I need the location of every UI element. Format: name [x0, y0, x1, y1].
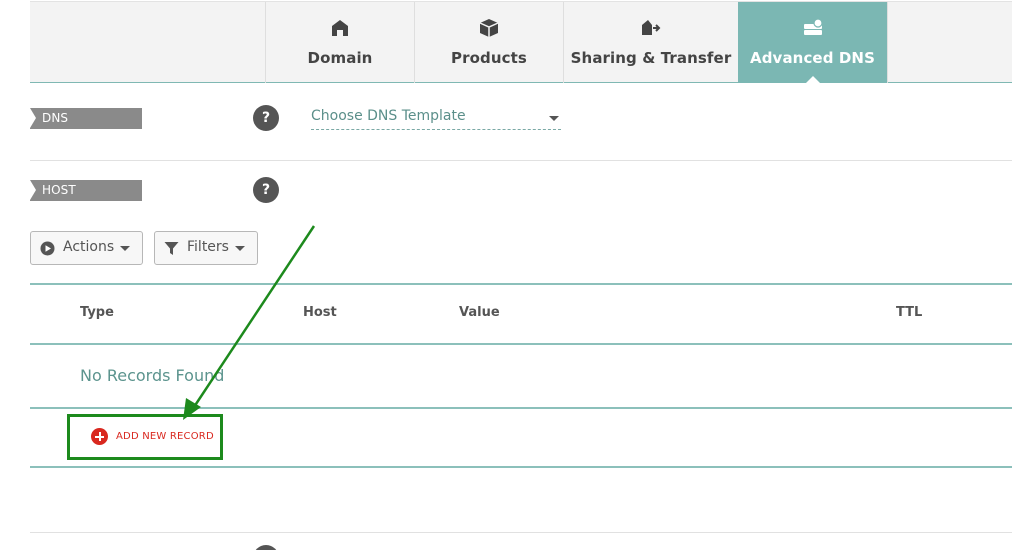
divider	[30, 532, 1012, 533]
tab-sharing-transfer[interactable]: Sharing & Transfer	[563, 2, 738, 83]
table-header-border	[30, 343, 1012, 345]
chevron-down-icon	[235, 246, 245, 251]
box-icon	[479, 19, 499, 37]
table-row-border	[30, 407, 1012, 409]
home-icon	[332, 20, 348, 36]
tab-advanced-dns-label: Advanced DNS	[750, 49, 875, 67]
actions-button[interactable]: Actions	[30, 231, 143, 265]
chevron-down-icon	[549, 116, 559, 121]
host-records-help-icon[interactable]: ?	[253, 177, 279, 203]
active-tab-caret	[804, 76, 821, 84]
tab-domain[interactable]: Domain	[265, 2, 414, 83]
filter-icon	[164, 242, 179, 255]
transfer-icon	[642, 20, 661, 35]
tab-divider	[887, 2, 888, 83]
section-help-icon[interactable]	[253, 545, 279, 550]
tab-sharing-transfer-label: Sharing & Transfer	[570, 49, 732, 67]
column-header-type[interactable]: Type	[80, 305, 114, 320]
dns-template-select-value: Choose DNS Template	[311, 108, 466, 124]
tab-domain-label: Domain	[307, 49, 373, 67]
divider	[30, 160, 1012, 161]
dns-templates-help-icon[interactable]: ?	[253, 105, 279, 131]
table-bottom-border	[30, 466, 1012, 468]
host-records-tag: HOST RECORDS	[30, 180, 142, 218]
table-top-border	[30, 283, 1012, 285]
no-records-message: No Records Found	[80, 366, 225, 385]
tab-advanced-dns[interactable]: Advanced DNS	[738, 2, 887, 84]
filters-button-label: Filters	[187, 239, 229, 255]
filters-button[interactable]: Filters	[154, 231, 258, 265]
actions-button-label: Actions	[63, 239, 115, 255]
play-circle-icon	[40, 241, 55, 256]
dns-template-select[interactable]: Choose DNS Template	[311, 108, 561, 130]
tab-products-label: Products	[451, 49, 527, 67]
column-header-ttl[interactable]: TTL	[896, 305, 922, 320]
dns-templates-tag: DNS TEMPLATES	[30, 108, 142, 146]
tab-products[interactable]: Products	[414, 2, 563, 83]
column-header-host[interactable]: Host	[303, 305, 337, 320]
chevron-down-icon	[120, 246, 130, 251]
tab-bar: Domain Products Sharing & Transfer Advan…	[30, 1, 1012, 84]
annotation-highlight-box	[67, 414, 223, 460]
column-header-value[interactable]: Value	[459, 305, 500, 320]
dns-server-icon	[803, 18, 823, 35]
